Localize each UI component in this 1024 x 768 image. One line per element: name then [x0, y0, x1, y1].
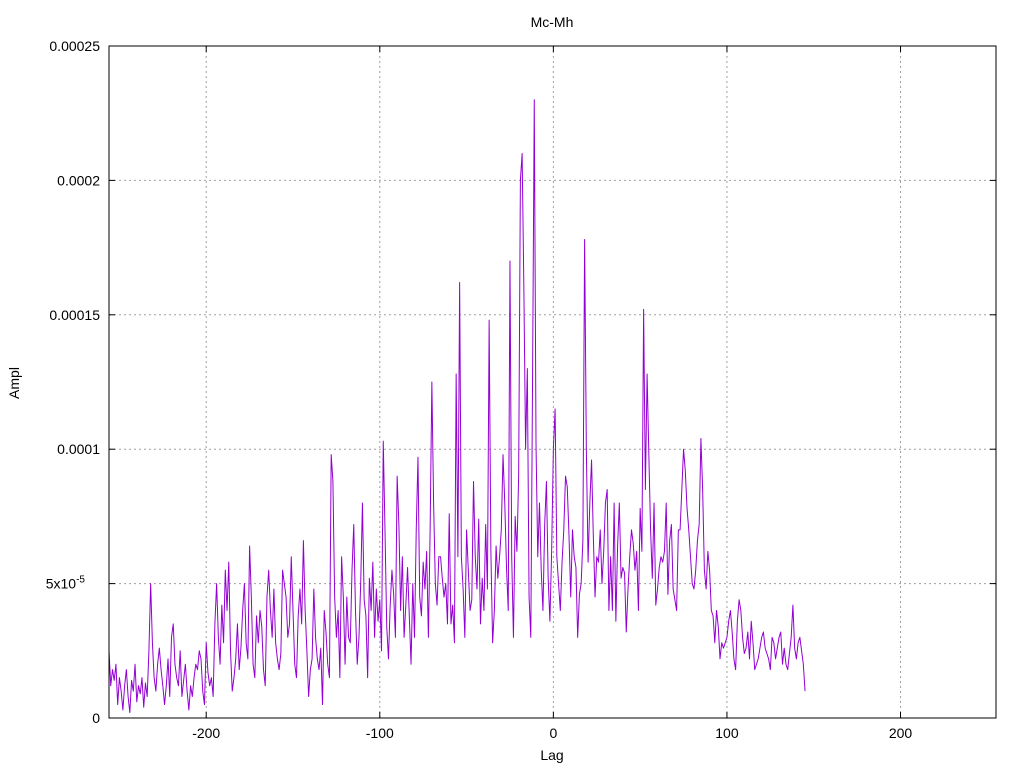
x-tick-label: 100	[715, 725, 739, 741]
y-tick-label: 5x10-5	[46, 575, 86, 592]
x-tick-label: 0	[549, 725, 557, 741]
y-tick-label: 0	[92, 710, 100, 726]
y-tick-label: 0.00015	[49, 307, 100, 323]
series-group	[108, 99, 806, 714]
y-tick-label-text: 5x10	[46, 576, 77, 592]
y-tick-label: 0.0002	[57, 172, 100, 188]
x-tick-label: 200	[889, 725, 913, 741]
tick-labels: -200 -100 0 100 200 0 5x10-5 0.0001 0.00015 0.000…	[46, 38, 913, 741]
y-tick-label-text: 0.00025	[49, 38, 100, 54]
y-tick-label-text: 0.00015	[49, 307, 100, 323]
y-tick-label: 0.0001	[57, 441, 100, 457]
chart: -200 -100 0 100 200 0 5x10-5 0.0001 0.00015 0.000…	[6, 14, 997, 763]
x-tick-label: -200	[192, 725, 220, 741]
y-tick-label-text: 0	[92, 710, 100, 726]
x-axis-label: Lag	[540, 747, 563, 763]
chart-title: Mc-Mh	[531, 14, 574, 30]
y-tick-label: 0.00025	[49, 38, 100, 54]
y-axis-label: Ampl	[6, 367, 22, 399]
y-tick-label-exponent: -5	[76, 575, 85, 586]
series-line-0	[108, 99, 806, 714]
y-tick-label-text: 0.0002	[57, 172, 100, 188]
x-tick-label: -100	[366, 725, 394, 741]
y-tick-label-text: 0.0001	[57, 441, 100, 457]
